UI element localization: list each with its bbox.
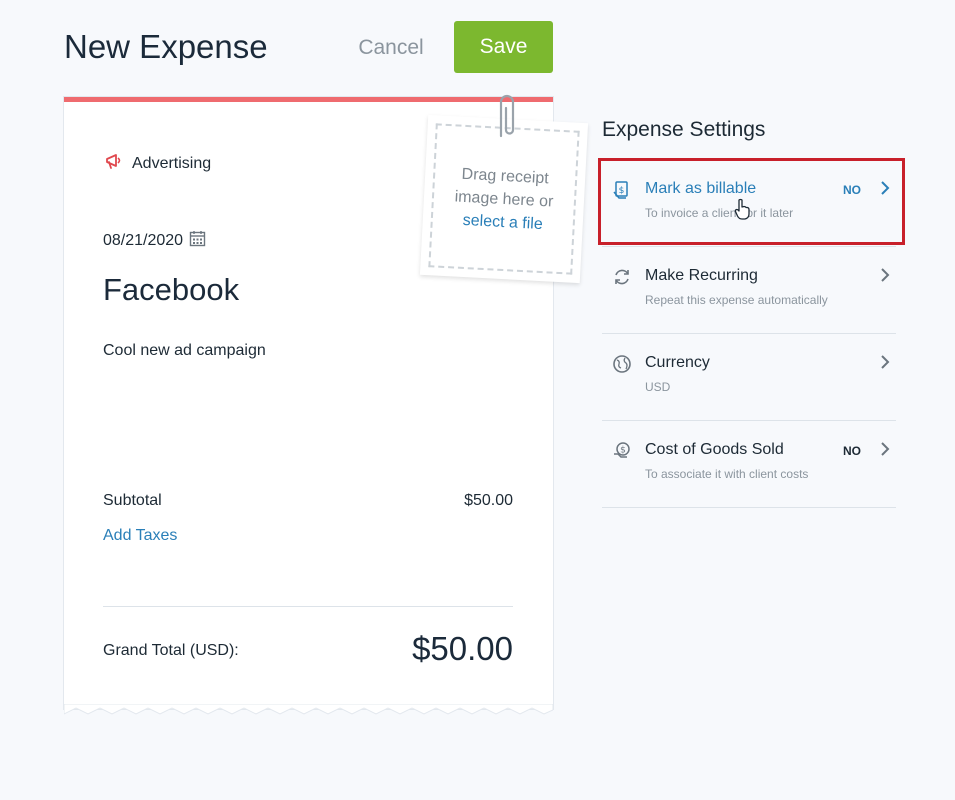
setting-subtitle: Repeat this expense automatically bbox=[645, 293, 828, 307]
svg-text:$: $ bbox=[620, 446, 626, 456]
setting-title: Currency bbox=[645, 354, 710, 371]
settings-title: Expense Settings bbox=[602, 118, 766, 141]
chevron-right-icon bbox=[879, 267, 891, 288]
setting-make-recurring[interactable]: Make Recurring Repeat this expense autom… bbox=[602, 247, 896, 334]
globe-icon bbox=[612, 354, 632, 379]
cancel-button[interactable]: Cancel bbox=[345, 30, 437, 66]
megaphone-icon bbox=[104, 152, 124, 175]
date-field[interactable]: 08/21/2020 bbox=[103, 230, 206, 252]
add-taxes-link[interactable]: Add Taxes bbox=[103, 527, 177, 545]
subtotal-value[interactable]: $50.00 bbox=[464, 492, 513, 510]
setting-currency[interactable]: Currency USD bbox=[602, 334, 896, 421]
grand-total-label: Grand Total (USD): bbox=[103, 642, 239, 659]
chevron-right-icon bbox=[879, 354, 891, 375]
status-badge: NO bbox=[843, 444, 861, 458]
select-file-link[interactable]: select a file bbox=[462, 208, 543, 235]
calendar-icon bbox=[189, 230, 206, 252]
setting-subtitle: To associate it with client costs bbox=[645, 467, 809, 481]
setting-title: Make Recurring bbox=[645, 267, 758, 284]
paperclip-icon bbox=[499, 94, 515, 138]
category-label: Advertising bbox=[132, 154, 212, 172]
category-selector[interactable]: Advertising bbox=[104, 152, 211, 175]
setting-subtitle: USD bbox=[645, 380, 671, 394]
cost-of-goods-icon: $ bbox=[612, 441, 632, 466]
hand-cursor-icon bbox=[734, 198, 750, 220]
setting-cost-of-goods-sold[interactable]: $ Cost of Goods Sold To associate it wit… bbox=[602, 421, 896, 508]
torn-edge bbox=[64, 704, 553, 715]
divider bbox=[103, 606, 513, 607]
subtotal-label: Subtotal bbox=[103, 492, 162, 509]
grand-total-value: $50.00 bbox=[412, 630, 513, 667]
vendor-field[interactable]: Facebook bbox=[103, 272, 239, 308]
chevron-right-icon bbox=[879, 441, 891, 462]
setting-title: Cost of Goods Sold bbox=[645, 441, 784, 458]
date-value: 08/21/2020 bbox=[103, 232, 184, 249]
recurring-icon bbox=[612, 267, 632, 292]
page-title: New Expense bbox=[64, 28, 268, 65]
description-field[interactable]: Cool new ad campaign bbox=[103, 342, 266, 360]
save-button[interactable]: Save bbox=[454, 21, 553, 73]
